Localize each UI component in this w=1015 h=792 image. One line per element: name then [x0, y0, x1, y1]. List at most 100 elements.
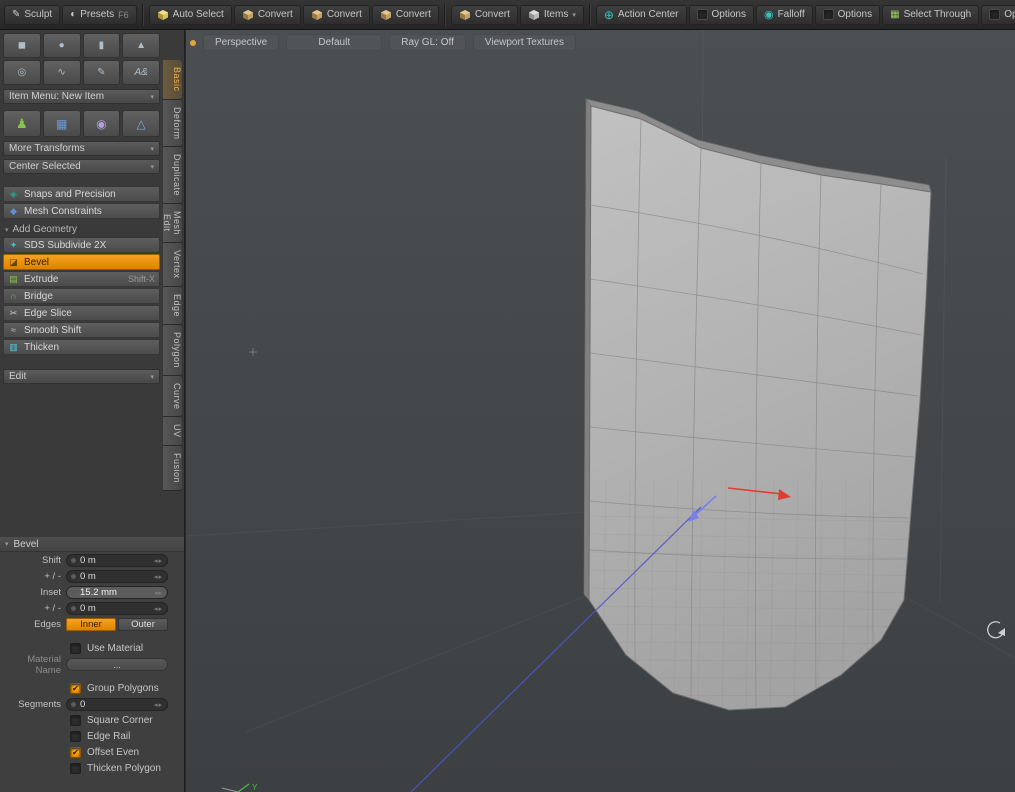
text-tool-button[interactable]: A& [122, 60, 160, 85]
smooth-shift-icon: ≈ [8, 325, 19, 335]
edge-rail-checkbox[interactable] [70, 731, 81, 742]
collapse-triangle-icon: ▾ [5, 540, 9, 548]
perspective-view-button[interactable]: Perspective [203, 34, 279, 51]
add-geometry-section-header[interactable]: ▾ Add Geometry [3, 223, 160, 236]
edges-inner-button[interactable]: Inner [66, 618, 116, 631]
segments-input[interactable]: 0 ◂▸ [66, 698, 168, 711]
torus-primitive-button[interactable]: ◎ [3, 60, 41, 85]
edit-dropdown[interactable]: Edit ▾ [3, 369, 160, 384]
cube-icon [311, 9, 323, 21]
spinner-arrows-icon[interactable]: ◂▸ [154, 589, 163, 597]
edges-outer-button[interactable]: Outer [118, 618, 168, 631]
tab-polygon[interactable]: Polygon [163, 325, 182, 376]
falloff-options-toggle[interactable]: Options [815, 5, 880, 25]
convert-button-3[interactable]: Convert [372, 5, 439, 25]
tool-edge-slice[interactable]: ✂ Edge Slice [3, 305, 160, 321]
inset-plusminus-input[interactable]: 0 m ◂▸ [66, 602, 168, 615]
action-center-button[interactable]: ⊕ Action Center [596, 5, 687, 25]
mini-slider-nub[interactable] [71, 558, 76, 563]
thicken-polygon-checkbox[interactable] [70, 763, 81, 774]
square-corner-checkbox[interactable] [70, 715, 81, 726]
shift-plusminus-input[interactable]: 0 m ◂▸ [66, 570, 168, 583]
tab-mesh-edit[interactable]: Mesh Edit [163, 204, 182, 243]
falloff-button[interactable]: ◉ Falloff [756, 5, 813, 25]
tool-bevel[interactable]: ◪ Bevel [3, 254, 160, 270]
cone-primitive-button[interactable]: ▲ [122, 33, 160, 58]
edges-row: Edges Inner Outer [0, 617, 184, 632]
tab-uv[interactable]: UV [163, 417, 182, 446]
tool-smooth-shift[interactable]: ≈ Smooth Shift [3, 322, 160, 338]
bevel-properties-header[interactable]: ▾ Bevel [0, 537, 184, 552]
select-through-icon: ▦ [890, 10, 899, 20]
tool-label: Edge Slice [24, 308, 72, 319]
convert-label: Convert [475, 9, 510, 20]
spinner-arrows-icon[interactable]: ◂▸ [154, 573, 163, 581]
tab-fusion[interactable]: Fusion [163, 446, 182, 491]
spinner-arrows-icon[interactable]: ◂▸ [154, 557, 163, 565]
raygl-toggle-button[interactable]: Ray GL: Off [389, 34, 466, 51]
more-transforms-dropdown[interactable]: More Transforms ▾ [3, 141, 160, 156]
sphere-primitive-button[interactable]: ● [43, 33, 81, 58]
cone-item-button[interactable]: △ [122, 110, 160, 137]
mini-slider-nub[interactable] [71, 606, 76, 611]
tab-deform[interactable]: Deform [163, 100, 182, 148]
viewport-status-dot [190, 40, 196, 46]
item-icon-grid: ♟ ▦ ◉ △ [0, 107, 163, 138]
chevron-down-icon: ▾ [150, 145, 154, 153]
snaps-and-precision-button[interactable]: ◈ Snaps and Precision [3, 186, 160, 202]
convert-button-2[interactable]: Convert [303, 5, 370, 25]
spinner-arrows-icon[interactable]: ◂▸ [154, 605, 163, 613]
material-name-value: ... [113, 660, 121, 670]
convert-button-1[interactable]: Convert [234, 5, 301, 25]
item-menu-dropdown[interactable]: Item Menu: New Item ▾ [3, 89, 160, 104]
tab-edge[interactable]: Edge [163, 287, 182, 325]
presets-button[interactable]: ◐ Presets F6 [62, 5, 136, 25]
select-through-button[interactable]: ▦ Select Through [882, 5, 979, 25]
actor-item-button[interactable]: ♟ [3, 110, 41, 137]
select-through-label: Select Through [904, 9, 972, 20]
spring-tool-button[interactable]: ∿ [43, 60, 81, 85]
spinner-arrows-icon[interactable]: ◂▸ [154, 701, 163, 709]
select-through-options-toggle[interactable]: Options [981, 5, 1015, 25]
viewport-textures-button[interactable]: Viewport Textures [473, 34, 576, 51]
toolbar-separator [589, 4, 591, 26]
tab-duplicate[interactable]: Duplicate [163, 147, 182, 204]
tool-sds-subdivide[interactable]: ✦ SDS Subdivide 2X [3, 237, 160, 253]
segments-label: Segments [0, 699, 66, 710]
viewport-scene[interactable]: Y [186, 30, 1015, 792]
auto-select-button[interactable]: Auto Select [149, 5, 232, 25]
ground-plane-item-button[interactable]: ▦ [43, 110, 81, 137]
cube-primitive-button[interactable]: ◼ [3, 33, 41, 58]
shift-input[interactable]: 0 m ◂▸ [66, 554, 168, 567]
tool-thicken[interactable]: ▥ Thicken [3, 339, 160, 355]
use-material-checkbox[interactable] [70, 643, 81, 654]
items-selection-mode-button[interactable]: Items ▾ [520, 5, 584, 25]
tool-bridge[interactable]: ∩ Bridge [3, 288, 160, 304]
convert-button-4[interactable]: Convert [451, 5, 518, 25]
cylinder-primitive-button[interactable]: ▮ [83, 33, 121, 58]
curve-tool-button[interactable]: ✎ [83, 60, 121, 85]
tab-basic[interactable]: Basic [163, 60, 182, 100]
tool-label: Extrude [24, 274, 58, 285]
action-center-options-toggle[interactable]: Options [689, 5, 754, 25]
mesh-constraints-button[interactable]: ◆ Mesh Constraints [3, 203, 160, 219]
tool-label: SDS Subdivide 2X [24, 240, 106, 251]
sculpt-button[interactable]: ✎ Sculpt [4, 5, 60, 25]
tab-vertex[interactable]: Vertex [163, 243, 182, 287]
material-name-dropdown[interactable]: ... [66, 658, 168, 671]
inset-input[interactable]: 15.2 mm ◂▸ [66, 586, 168, 599]
rotate-view-icon[interactable] [988, 622, 1005, 638]
tab-curve[interactable]: Curve [163, 376, 182, 418]
center-selected-dropdown[interactable]: Center Selected ▾ [3, 159, 160, 174]
snaps-icon: ◈ [8, 189, 19, 200]
sphere-item-button[interactable]: ◉ [83, 110, 121, 137]
mini-slider-nub[interactable] [71, 702, 76, 707]
mini-slider-nub[interactable] [71, 574, 76, 579]
tool-extrude[interactable]: ▤ Extrude Shift-X [3, 271, 160, 287]
shading-default-button[interactable]: Default [286, 34, 382, 51]
3d-viewport[interactable]: Perspective Default Ray GL: Off Viewport… [186, 30, 1015, 792]
thicken-polygon-row: Thicken Polygon [0, 761, 184, 776]
offset-even-checkbox[interactable]: ✔ [70, 747, 81, 758]
group-polygons-checkbox[interactable]: ✔ [70, 683, 81, 694]
mini-slider-nub[interactable] [71, 590, 76, 595]
